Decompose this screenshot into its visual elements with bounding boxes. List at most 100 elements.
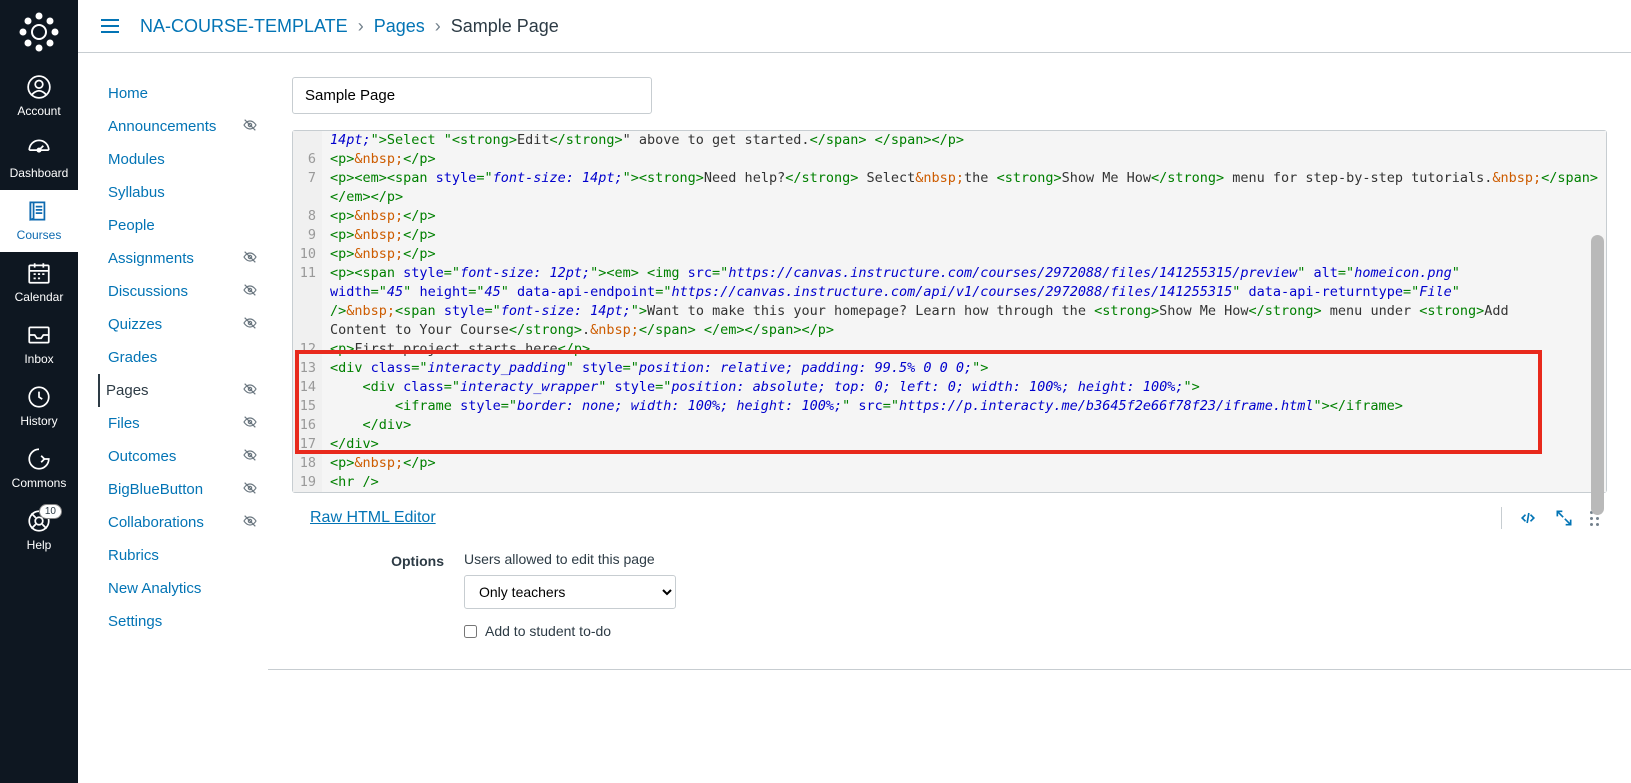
line-number: 11 bbox=[293, 264, 322, 283]
code-view-icon[interactable] bbox=[1518, 508, 1538, 528]
line-number: 17 bbox=[293, 435, 322, 454]
cnav-item-assignments[interactable]: Assignments bbox=[102, 242, 198, 275]
code-line[interactable]: 7<p><em><span style="font-size: 14pt;"><… bbox=[293, 169, 1606, 207]
code-line[interactable]: 18<p>&nbsp;</p> bbox=[293, 454, 1606, 473]
code-line[interactable]: 12<p>First project starts here</p> bbox=[293, 340, 1606, 359]
code-line[interactable]: 19<hr /> bbox=[293, 473, 1606, 492]
nav-label: Inbox bbox=[24, 352, 53, 366]
help-badge: 10 bbox=[39, 504, 62, 519]
code-text[interactable]: <div class="interacty_wrapper" style="po… bbox=[322, 378, 1606, 397]
add-todo-row[interactable]: Add to student to-do bbox=[464, 623, 1607, 639]
nav-dashboard[interactable]: Dashboard bbox=[0, 128, 78, 190]
code-text[interactable]: <p>&nbsp;</p> bbox=[322, 207, 1606, 226]
code-text[interactable]: <p><span style="font-size: 12pt;"><em> <… bbox=[322, 264, 1606, 283]
dashboard-icon bbox=[26, 136, 52, 162]
code-line[interactable]: 6<p>&nbsp;</p> bbox=[293, 150, 1606, 169]
hidden-icon bbox=[242, 282, 258, 298]
editor-footer: Raw HTML Editor bbox=[292, 507, 1607, 529]
code-line[interactable]: 17</div> bbox=[293, 435, 1606, 454]
code-text[interactable]: </div> bbox=[322, 435, 1606, 454]
hidden-icon bbox=[242, 117, 258, 133]
code-text[interactable]: <p><em><span style="font-size: 14pt;"><s… bbox=[322, 169, 1606, 207]
cnav-item-collaborations[interactable]: Collaborations bbox=[102, 506, 208, 539]
cnav-item-settings[interactable]: Settings bbox=[102, 605, 166, 638]
options-label: Options bbox=[292, 551, 464, 639]
canvas-logo-icon[interactable] bbox=[19, 12, 59, 52]
cnav-item-bigbluebutton[interactable]: BigBlueButton bbox=[102, 473, 207, 506]
code-line[interactable]: width="45" height="45" data-api-endpoint… bbox=[293, 283, 1606, 302]
cnav-item-grades[interactable]: Grades bbox=[102, 341, 161, 374]
cnav-item-pages[interactable]: Pages bbox=[98, 374, 153, 407]
code-line[interactable]: 14 <div class="interacty_wrapper" style=… bbox=[293, 378, 1606, 397]
nav-inbox[interactable]: Inbox bbox=[0, 314, 78, 376]
code-line[interactable]: 15 <iframe style="border: none; width: 1… bbox=[293, 397, 1606, 416]
cnav-item-people[interactable]: People bbox=[102, 209, 159, 242]
code-line[interactable]: 9<p>&nbsp;</p> bbox=[293, 226, 1606, 245]
code-text[interactable]: </div> bbox=[322, 416, 1606, 435]
hidden-icon bbox=[242, 513, 258, 529]
line-number: 6 bbox=[293, 150, 322, 169]
html-editor[interactable]: 14pt;">Select "<strong>Edit</strong>" ab… bbox=[292, 130, 1607, 493]
cnav-item-modules[interactable]: Modules bbox=[102, 143, 169, 176]
cnav-item-outcomes[interactable]: Outcomes bbox=[102, 440, 180, 473]
code-line[interactable]: 14pt;">Select "<strong>Edit</strong>" ab… bbox=[293, 131, 1606, 150]
code-text[interactable]: <hr /> bbox=[322, 473, 1606, 492]
code-text[interactable]: <p>&nbsp;</p> bbox=[322, 150, 1606, 169]
code-text[interactable]: <p>&nbsp;</p> bbox=[322, 226, 1606, 245]
nav-label: Calendar bbox=[15, 290, 64, 304]
code-line[interactable]: 8<p>&nbsp;</p> bbox=[293, 207, 1606, 226]
line-number: 9 bbox=[293, 226, 322, 245]
topbar: NA-COURSE-TEMPLATE › Pages › Sample Page bbox=[78, 0, 1631, 53]
line-number: 18 bbox=[293, 454, 322, 473]
raw-html-editor-link[interactable]: Raw HTML Editor bbox=[310, 509, 436, 527]
cnav-item-home[interactable]: Home bbox=[102, 77, 152, 110]
cnav-item-rubrics[interactable]: Rubrics bbox=[102, 539, 163, 572]
code-text[interactable]: <p>&nbsp;</p> bbox=[322, 245, 1606, 264]
code-text[interactable]: <div class="interacty_padding" style="po… bbox=[322, 359, 1606, 378]
code-text[interactable]: <p>&nbsp;</p> bbox=[322, 454, 1606, 473]
code-text[interactable]: 14pt;">Select "<strong>Edit</strong>" ab… bbox=[322, 131, 1606, 150]
hidden-icon bbox=[242, 249, 258, 265]
nav-history[interactable]: History bbox=[0, 376, 78, 438]
breadcrumb-pages[interactable]: Pages bbox=[374, 16, 425, 37]
breadcrumb: NA-COURSE-TEMPLATE › Pages › Sample Page bbox=[140, 16, 559, 37]
code-line[interactable]: 10<p>&nbsp;</p> bbox=[293, 245, 1606, 264]
code-text[interactable]: width="45" height="45" data-api-endpoint… bbox=[322, 283, 1606, 302]
nav-commons[interactable]: Commons bbox=[0, 438, 78, 500]
line-number: 13 bbox=[293, 359, 322, 378]
cnav-item-discussions[interactable]: Discussions bbox=[102, 275, 192, 308]
fullscreen-icon[interactable] bbox=[1554, 508, 1574, 528]
account-icon bbox=[26, 74, 52, 100]
nav-account[interactable]: Account bbox=[0, 66, 78, 128]
code-line[interactable]: 13<div class="interacty_padding" style="… bbox=[293, 359, 1606, 378]
page-title-input[interactable] bbox=[292, 77, 652, 114]
code-text[interactable]: />&nbsp;<span style="font-size: 14pt;">W… bbox=[322, 302, 1606, 321]
cnav-item-files[interactable]: Files bbox=[102, 407, 144, 440]
nav-label: Help bbox=[27, 538, 52, 552]
cnav-item-syllabus[interactable]: Syllabus bbox=[102, 176, 169, 209]
code-line[interactable]: 11<p><span style="font-size: 12pt;"><em>… bbox=[293, 264, 1606, 283]
cnav-item-quizzes[interactable]: Quizzes bbox=[102, 308, 166, 341]
hidden-icon bbox=[242, 414, 258, 430]
code-line[interactable]: 16 </div> bbox=[293, 416, 1606, 435]
line-number: 10 bbox=[293, 245, 322, 264]
cnav-item-announcements[interactable]: Announcements bbox=[102, 110, 220, 143]
courses-icon bbox=[26, 198, 52, 224]
line-number: 8 bbox=[293, 207, 322, 226]
code-text[interactable]: <iframe style="border: none; width: 100%… bbox=[322, 397, 1606, 416]
nav-courses[interactable]: Courses bbox=[0, 190, 78, 252]
nav-label: Courses bbox=[17, 228, 62, 242]
hamburger-icon[interactable] bbox=[98, 14, 122, 38]
nav-calendar[interactable]: Calendar bbox=[0, 252, 78, 314]
code-text[interactable]: Content to Your Course</strong>.&nbsp;</… bbox=[322, 321, 1606, 340]
code-line[interactable]: Content to Your Course</strong>.&nbsp;</… bbox=[293, 321, 1606, 340]
global-nav: Account Dashboard Courses Calendar Inbox… bbox=[0, 0, 78, 783]
breadcrumb-course[interactable]: NA-COURSE-TEMPLATE bbox=[140, 16, 348, 37]
add-todo-checkbox[interactable] bbox=[464, 625, 477, 638]
cnav-item-new-analytics[interactable]: New Analytics bbox=[102, 572, 205, 605]
code-text[interactable]: <p>First project starts here</p> bbox=[322, 340, 1606, 359]
nav-help[interactable]: 10 Help bbox=[0, 500, 78, 562]
edit-permissions-select[interactable]: Only teachers bbox=[464, 575, 676, 609]
scrollbar-thumb[interactable] bbox=[1591, 235, 1604, 515]
code-line[interactable]: />&nbsp;<span style="font-size: 14pt;">W… bbox=[293, 302, 1606, 321]
